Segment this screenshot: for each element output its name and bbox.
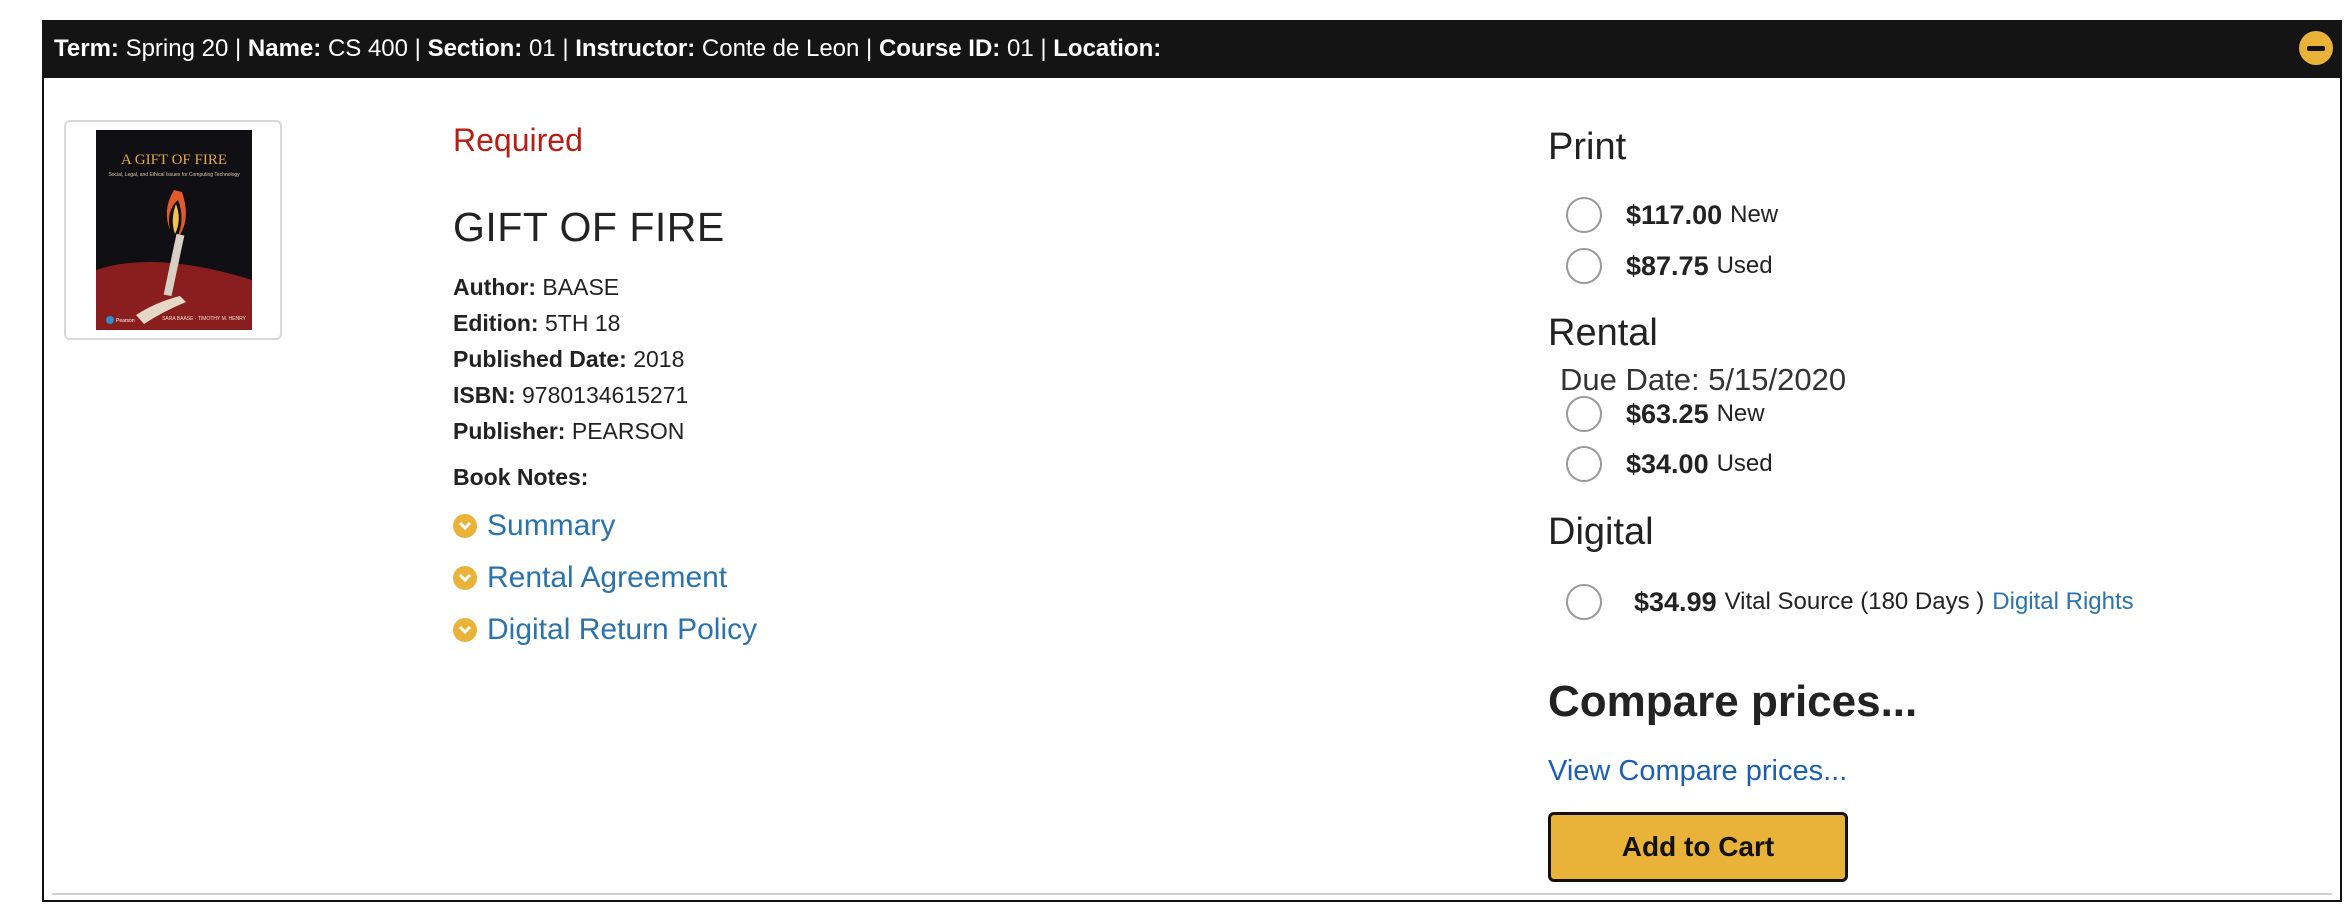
section-label: Section: xyxy=(427,35,523,62)
note-summary[interactable]: Summary xyxy=(453,509,615,543)
cover-subtitle: Social, Legal, and Ethical Issues for Co… xyxy=(108,172,240,178)
note-rental-agreement[interactable]: Rental Agreement xyxy=(453,561,727,595)
term-value: Spring 20 xyxy=(125,35,229,62)
rental-new-option[interactable]: $63.25 New xyxy=(1566,396,1765,432)
book-title: GIFT OF FIRE xyxy=(453,204,725,250)
author-value: BAASE xyxy=(542,274,620,300)
name-label: Name: xyxy=(247,35,322,62)
publisher-label: Publisher: xyxy=(453,418,566,444)
cover-title: A GIFT OF FIRE xyxy=(121,152,227,168)
rental-heading: Rental xyxy=(1548,312,1658,354)
isbn-label: ISBN: xyxy=(453,382,516,408)
note-label: Rental Agreement xyxy=(487,561,728,594)
price: $34.00 xyxy=(1626,448,1709,479)
cover-authors: SARA BAASE · TIMOTHY M. HENRY xyxy=(162,316,247,322)
condition: Used xyxy=(1716,252,1773,279)
instructor-value: Conte de Leon xyxy=(701,35,860,62)
price: $34.99 xyxy=(1634,586,1717,617)
add-to-cart-button[interactable]: Add to Cart xyxy=(1548,812,1848,882)
course-panel xyxy=(42,20,2342,902)
name-value: CS 400 xyxy=(327,35,408,62)
author-row: Author: BAASE xyxy=(453,274,619,301)
edition-value: 5TH 18 xyxy=(544,310,621,336)
compare-prices-heading: Compare prices... xyxy=(1548,677,1918,726)
print-heading: Print xyxy=(1548,126,1627,168)
digital-rights-link[interactable]: Digital Rights xyxy=(1992,588,2133,616)
rental-due-date: Due Date: 5/15/2020 xyxy=(1560,362,1847,397)
condition: New xyxy=(1730,201,1779,228)
radio-print-used[interactable] xyxy=(1566,248,1602,284)
separator: | xyxy=(414,35,421,62)
published-value: 2018 xyxy=(633,346,685,372)
location-label: Location: xyxy=(1053,35,1162,62)
cover-publisher: Pearson xyxy=(116,318,135,324)
chevron-down-icon xyxy=(453,618,477,642)
radio-print-new[interactable] xyxy=(1566,197,1602,233)
separator: | xyxy=(235,35,242,62)
price: $87.75 xyxy=(1626,250,1709,281)
publisher-row: Publisher: PEARSON xyxy=(453,418,684,445)
radio-rental-new[interactable] xyxy=(1566,396,1602,432)
print-used-option[interactable]: $87.75 Used xyxy=(1566,248,1773,284)
section-value: 01 xyxy=(528,35,556,62)
term-label: Term: xyxy=(54,35,119,62)
course-id-label: Course ID: xyxy=(878,35,1001,62)
book-thumbnail[interactable]: A GIFT OF FIRE Social, Legal, and Ethica… xyxy=(64,120,282,340)
edition-row: Edition: 5TH 18 xyxy=(453,310,620,337)
radio-rental-used[interactable] xyxy=(1566,446,1602,482)
note-digital-return-policy[interactable]: Digital Return Policy xyxy=(453,613,757,647)
isbn-value: 9780134615271 xyxy=(522,382,689,408)
published-label: Published Date: xyxy=(453,346,627,372)
digital-option[interactable]: $34.99 Vital Source (180 Days ) Digital … xyxy=(1566,584,2134,620)
view-compare-prices-link[interactable]: View Compare prices... xyxy=(1548,755,1847,788)
required-status: Required xyxy=(453,122,583,158)
note-label: Digital Return Policy xyxy=(487,613,758,646)
book-notes-label: Book Notes: xyxy=(453,464,589,490)
digital-source: Vital Source (180 Days ) xyxy=(1724,588,1985,615)
instructor-label: Instructor: xyxy=(575,35,696,62)
rental-used-option[interactable]: $34.00 Used xyxy=(1566,446,1773,482)
author-label: Author: xyxy=(453,274,537,300)
price: $117.00 xyxy=(1626,199,1723,230)
edition-label: Edition: xyxy=(453,310,539,336)
minus-circle-icon[interactable] xyxy=(2299,31,2333,65)
print-new-option[interactable]: $117.00 New xyxy=(1566,197,1778,233)
chevron-down-icon xyxy=(453,566,477,590)
separator: | xyxy=(562,35,569,62)
condition: Used xyxy=(1716,450,1773,477)
chevron-down-icon xyxy=(453,514,477,538)
course-id-value: 01 xyxy=(1006,35,1034,62)
separator: | xyxy=(1040,35,1047,62)
price: $63.25 xyxy=(1626,398,1709,429)
course-header: Term: Spring 20 | Name: CS 400 | Section… xyxy=(42,20,2342,78)
divider xyxy=(52,893,2332,895)
isbn-row: ISBN: 9780134615271 xyxy=(453,382,688,409)
book-cover-image: A GIFT OF FIRE Social, Legal, and Ethica… xyxy=(96,130,252,330)
digital-heading: Digital xyxy=(1548,511,1654,553)
published-row: Published Date: 2018 xyxy=(453,346,684,373)
condition: New xyxy=(1716,400,1765,427)
radio-digital[interactable] xyxy=(1566,584,1602,620)
note-label: Summary xyxy=(487,509,616,542)
separator: | xyxy=(866,35,873,62)
publisher-value: PEARSON xyxy=(571,418,685,444)
